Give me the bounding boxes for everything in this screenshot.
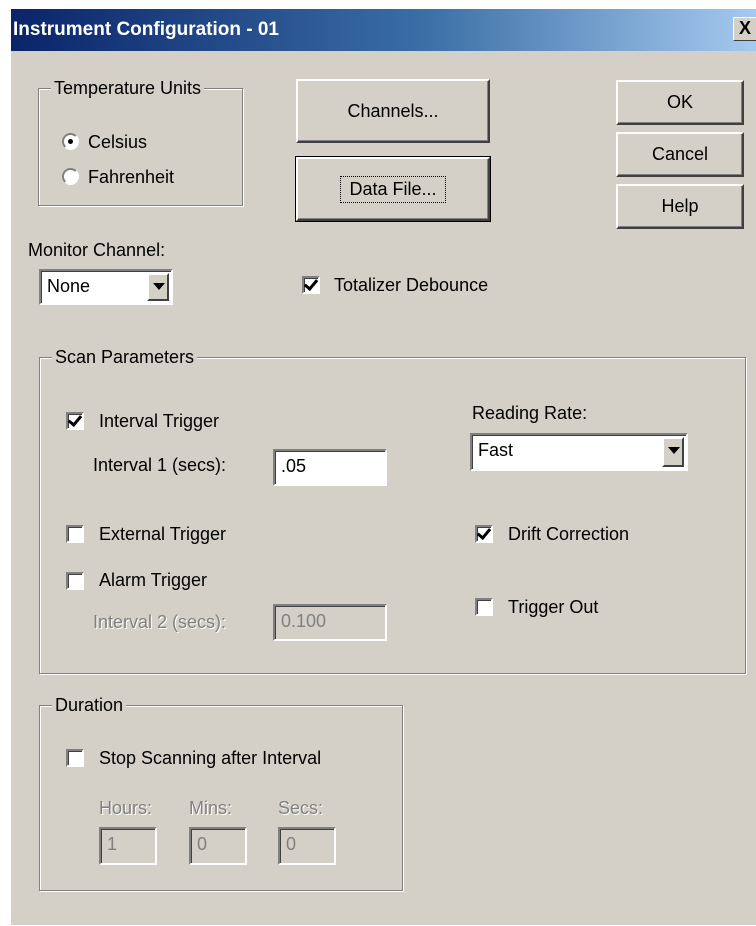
duration-label: Duration — [52, 694, 127, 716]
fahrenheit-radio[interactable] — [62, 168, 79, 185]
channels-button[interactable]: Channels... — [296, 79, 490, 143]
stop-scanning-checkbox[interactable] — [66, 749, 84, 767]
cancel-button[interactable]: Cancel — [616, 132, 744, 177]
temperature-units-label: Temperature Units — [51, 77, 205, 99]
interval1-value: .05 — [281, 456, 307, 476]
title-bar[interactable]: Instrument Configuration - 01 X — [11, 9, 756, 51]
alarm-trigger-label[interactable]: Alarm Trigger — [99, 569, 207, 591]
dialog-window: Instrument Configuration - 01 X Temperat… — [10, 8, 756, 925]
chevron-down-icon[interactable] — [147, 273, 169, 301]
interval2-label: Interval 2 (secs): — [93, 612, 227, 632]
interval-trigger-checkbox[interactable] — [66, 412, 84, 430]
monitor-channel-dropdown[interactable]: None — [39, 269, 173, 305]
alarm-trigger-checkbox[interactable] — [66, 572, 84, 590]
trigger-out-checkbox[interactable] — [475, 598, 493, 616]
secs-value: 0 — [286, 834, 297, 854]
interval1-label: Interval 1 (secs): — [93, 455, 227, 475]
reading-rate-label: Reading Rate: — [472, 403, 588, 423]
monitor-channel-value: None — [47, 276, 91, 296]
mins-input[interactable]: 0 — [189, 827, 247, 865]
monitor-channel-label: Monitor Channel: — [28, 240, 166, 260]
interval2-input[interactable]: 0.100 — [273, 604, 387, 641]
hours-label: Hours: — [99, 798, 153, 818]
celsius-label[interactable]: Celsius — [88, 131, 147, 153]
mins-value: 0 — [197, 834, 208, 854]
totalizer-debounce-label[interactable]: Totalizer Debounce — [334, 274, 488, 296]
totalizer-debounce-checkbox[interactable] — [302, 276, 320, 294]
cancel-button-label: Cancel — [651, 144, 709, 164]
interval-trigger-label[interactable]: Interval Trigger — [99, 410, 219, 432]
chevron-down-icon[interactable] — [662, 437, 684, 467]
interval1-input[interactable]: .05 — [273, 449, 387, 486]
help-button-label: Help — [661, 196, 699, 216]
help-button[interactable]: Help — [616, 184, 744, 229]
hours-input[interactable]: 1 — [99, 827, 157, 865]
ok-button-label: OK — [666, 92, 693, 112]
external-trigger-label[interactable]: External Trigger — [99, 523, 226, 545]
ok-button[interactable]: OK — [616, 80, 744, 125]
secs-input[interactable]: 0 — [278, 827, 336, 865]
data-file-button-label: Data File... — [340, 175, 446, 203]
drift-correction-checkbox[interactable] — [475, 525, 493, 543]
fahrenheit-label[interactable]: Fahrenheit — [88, 166, 174, 188]
celsius-radio[interactable] — [62, 133, 79, 150]
secs-label: Secs: — [278, 798, 324, 818]
data-file-button[interactable]: Data File... — [295, 156, 491, 222]
reading-rate-value: Fast — [478, 440, 514, 460]
scan-parameters-label: Scan Parameters — [52, 346, 198, 368]
external-trigger-checkbox[interactable] — [66, 525, 84, 543]
hours-value: 1 — [107, 834, 118, 854]
dialog-body: Temperature Units Celsius Fahrenheit Cha… — [11, 51, 756, 926]
channels-button-label: Channels... — [347, 100, 439, 121]
drift-correction-label[interactable]: Drift Correction — [508, 523, 629, 545]
mins-label: Mins: — [189, 798, 233, 818]
trigger-out-label[interactable]: Trigger Out — [508, 596, 598, 618]
close-button[interactable]: X — [733, 17, 756, 41]
stop-scanning-label[interactable]: Stop Scanning after Interval — [99, 747, 321, 769]
interval2-value: 0.100 — [281, 611, 327, 631]
reading-rate-dropdown[interactable]: Fast — [470, 433, 688, 471]
window-title: Instrument Configuration - 01 — [13, 19, 279, 40]
